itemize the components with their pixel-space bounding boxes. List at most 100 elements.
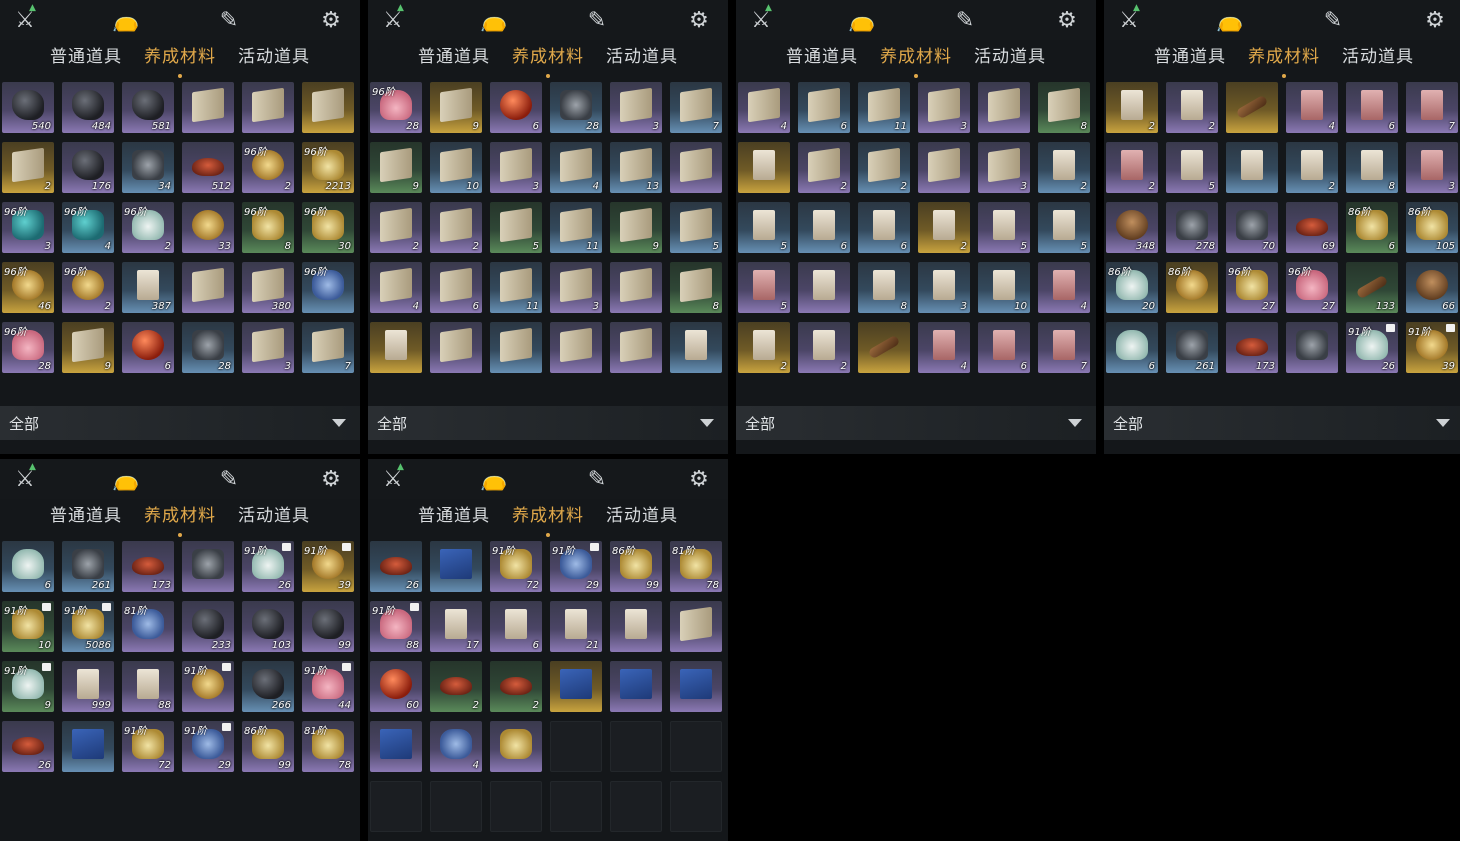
item-slot[interactable]: 10 (978, 262, 1030, 313)
item-slot[interactable]: 96阶 3 (2, 202, 54, 253)
item-slot[interactable]: 91阶 39 (1406, 322, 1458, 373)
money-bag-icon[interactable]: 👝 (1213, 4, 1247, 36)
item-slot[interactable]: 33 (182, 202, 234, 253)
item-slot[interactable] (182, 541, 234, 592)
item-slot[interactable]: 96阶 2213 (302, 142, 354, 193)
item-slot[interactable]: 7 (302, 322, 354, 373)
item-slot[interactable]: 3 (1406, 142, 1458, 193)
gear-token-icon[interactable]: ⚙ (314, 4, 348, 36)
crossed-swords-icon[interactable]: ⚔ ▲ (8, 3, 42, 36)
item-slot[interactable]: 9 (62, 322, 114, 373)
item-slot[interactable]: 8 (1038, 82, 1090, 133)
item-slot[interactable]: 91阶 88 (370, 601, 422, 652)
scroll-brush-icon[interactable]: ✎ (212, 4, 246, 36)
item-slot[interactable]: 86阶 20 (1106, 262, 1158, 313)
item-slot[interactable]: 34 (122, 142, 174, 193)
money-bag-icon[interactable]: 👝 (109, 463, 143, 495)
item-slot[interactable]: 278 (1166, 202, 1218, 253)
item-slot[interactable]: 96阶 28 (2, 322, 54, 373)
tab-3[interactable]: 活动道具 (238, 42, 310, 74)
item-slot[interactable] (182, 82, 234, 133)
item-slot[interactable] (798, 262, 850, 313)
gear-token-icon[interactable]: ⚙ (1418, 4, 1452, 36)
item-slot[interactable]: 70 (1226, 202, 1278, 253)
tab-2[interactable]: 养成材料 (144, 501, 216, 537)
item-slot[interactable]: 91阶 9 (2, 661, 54, 712)
item-slot[interactable]: 7 (1038, 322, 1090, 373)
item-slot[interactable]: 17 (430, 601, 482, 652)
item-slot[interactable]: 2 (1038, 142, 1090, 193)
item-slot[interactable]: 6 (978, 322, 1030, 373)
item-slot[interactable]: 6 (122, 322, 174, 373)
item-slot[interactable]: 91阶 29 (550, 541, 602, 592)
item-slot[interactable]: 21 (550, 601, 602, 652)
item-slot[interactable]: 4 (430, 721, 482, 772)
item-slot[interactable]: 86阶 105 (1406, 202, 1458, 253)
item-slot[interactable]: 7 (1406, 82, 1458, 133)
item-slot[interactable] (670, 601, 722, 652)
tab-3[interactable]: 活动道具 (974, 42, 1046, 74)
item-slot[interactable]: 5 (1038, 202, 1090, 253)
crossed-swords-icon[interactable]: ⚔ ▲ (376, 3, 410, 36)
item-slot[interactable] (550, 322, 602, 373)
item-slot[interactable]: 2 (2, 142, 54, 193)
item-slot[interactable]: 11 (490, 262, 542, 313)
item-slot[interactable]: 6 (2, 541, 54, 592)
item-slot[interactable] (670, 661, 722, 712)
money-bag-icon[interactable]: 👝 (477, 4, 511, 36)
item-slot[interactable]: 6 (430, 262, 482, 313)
item-slot[interactable]: 86阶 (1166, 262, 1218, 313)
tab-1[interactable]: 普通道具 (50, 501, 122, 533)
item-slot[interactable] (1286, 322, 1338, 373)
item-slot[interactable]: 91阶 26 (1346, 322, 1398, 373)
item-slot[interactable]: 540 (2, 82, 54, 133)
item-slot[interactable] (610, 322, 662, 373)
tab-2[interactable]: 养成材料 (144, 42, 216, 78)
item-slot[interactable]: 3 (978, 142, 1030, 193)
item-slot[interactable] (430, 541, 482, 592)
tab-3[interactable]: 活动道具 (238, 501, 310, 533)
item-slot[interactable]: 4 (1038, 262, 1090, 313)
item-slot[interactable]: 133 (1346, 262, 1398, 313)
item-slot[interactable]: 96阶 8 (242, 202, 294, 253)
item-slot[interactable]: 103 (242, 601, 294, 652)
item-slot[interactable]: 88 (122, 661, 174, 712)
filter-dropdown[interactable]: 全部 (736, 406, 1096, 440)
scroll-brush-icon[interactable]: ✎ (948, 4, 982, 36)
item-slot[interactable]: 5 (978, 202, 1030, 253)
item-slot[interactable]: 60 (370, 661, 422, 712)
item-slot[interactable] (858, 322, 910, 373)
item-slot[interactable]: 4 (370, 262, 422, 313)
tab-1[interactable]: 普通道具 (50, 42, 122, 74)
scroll-brush-icon[interactable]: ✎ (580, 463, 614, 495)
item-slot[interactable]: 11 (550, 202, 602, 253)
gear-token-icon[interactable]: ⚙ (1050, 4, 1084, 36)
gear-token-icon[interactable]: ⚙ (682, 4, 716, 36)
item-slot[interactable] (370, 322, 422, 373)
item-slot[interactable]: 512 (182, 142, 234, 193)
item-slot[interactable]: 9 (370, 142, 422, 193)
item-slot[interactable]: 4 (1286, 82, 1338, 133)
tab-2[interactable]: 养成材料 (880, 42, 952, 78)
scroll-brush-icon[interactable]: ✎ (1316, 4, 1350, 36)
item-slot[interactable]: 2 (1106, 82, 1158, 133)
item-slot[interactable]: 6 (798, 202, 850, 253)
item-slot[interactable]: 233 (182, 601, 234, 652)
item-slot[interactable]: 96阶 2 (122, 202, 174, 253)
item-slot[interactable]: 5 (490, 202, 542, 253)
item-slot[interactable]: 96阶 4 (62, 202, 114, 253)
tab-3[interactable]: 活动道具 (606, 42, 678, 74)
item-slot[interactable]: 6 (858, 202, 910, 253)
tab-1[interactable]: 普通道具 (418, 501, 490, 533)
item-slot[interactable]: 3 (918, 82, 970, 133)
item-slot[interactable]: 8 (670, 262, 722, 313)
item-slot[interactable]: 81阶 (122, 601, 174, 652)
tab-1[interactable]: 普通道具 (418, 42, 490, 74)
crossed-swords-icon[interactable]: ⚔ ▲ (1112, 3, 1146, 36)
gear-token-icon[interactable]: ⚙ (682, 463, 716, 495)
item-slot[interactable] (490, 721, 542, 772)
item-slot[interactable]: 96阶 2 (242, 142, 294, 193)
item-slot[interactable]: 4 (738, 82, 790, 133)
item-slot[interactable] (1226, 142, 1278, 193)
item-slot[interactable]: 2 (1106, 142, 1158, 193)
